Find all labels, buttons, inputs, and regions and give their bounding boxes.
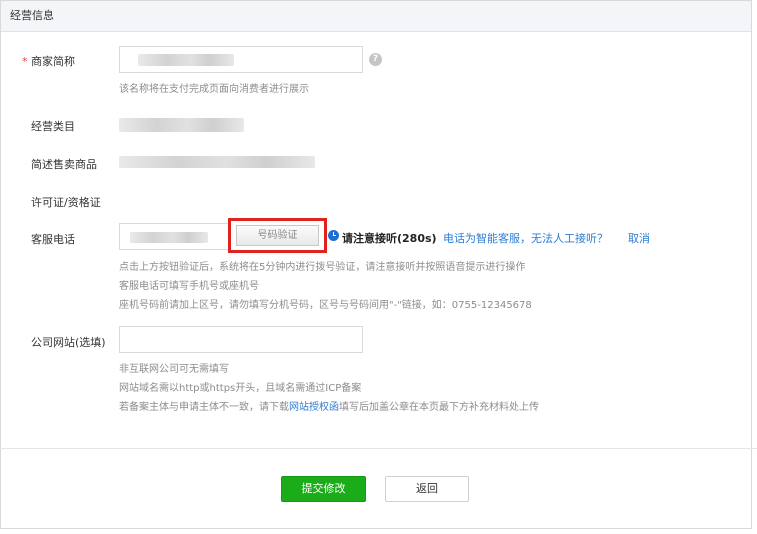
website-hint-2: 网站域名需以http或https开头，且域名需通过ICP备案 xyxy=(119,383,362,394)
website-hint-3-after: 填写后加盖公章在本页最下方补充材料处上传 xyxy=(339,402,539,413)
answer-notice: 请注意接听(280s) xyxy=(342,232,437,245)
redacted-phone xyxy=(130,232,208,243)
website-hint-1: 非互联网公司可无需填写 xyxy=(119,364,229,375)
service-phone-label: 客服电话 xyxy=(31,233,75,246)
cancel-link[interactable]: 取消 xyxy=(628,230,650,246)
back-button[interactable]: 返回 xyxy=(385,476,469,502)
website-label: 公司网站(选填) xyxy=(31,336,106,349)
footer-divider xyxy=(0,448,757,449)
website-hint-3-before: 若备案主体与申请主体不一致，请下载 xyxy=(119,402,289,413)
merchant-name-hint: 该名称将在支付完成页面向消费者进行展示 xyxy=(119,84,309,95)
website-authorization-link[interactable]: 网站授权函 xyxy=(289,402,339,413)
website-input[interactable] xyxy=(119,326,363,353)
business-category-value xyxy=(119,118,244,132)
service-phone-hint-1: 点击上方按钮验证后，系统将在5分钟内进行拨号验证，请注意接听并按照语音提示进行操… xyxy=(119,262,526,273)
clock-icon xyxy=(328,230,339,241)
verify-number-button[interactable]: 号码验证 xyxy=(236,225,319,246)
merchant-name-label-text: 商家简称 xyxy=(31,55,75,68)
submit-button[interactable]: 提交修改 xyxy=(281,476,366,502)
panel-title: 经营信息 xyxy=(1,1,751,32)
smart-service-link[interactable]: 电话为智能客服，无法人工接听？ xyxy=(443,230,608,246)
service-phone-hint-2: 客服电话可填写手机号或座机号 xyxy=(119,281,259,292)
website-hint-3: 若备案主体与申请主体不一致，请下载网站授权函填写后加盖公章在本页最下方补充材料处… xyxy=(119,398,539,413)
verify-highlight-box: 号码验证 xyxy=(228,218,327,253)
service-phone-hint-3: 座机号码前请加上区号，请勿填写分机号码，区号与号码间用"-"链接，如：0755-… xyxy=(119,300,532,311)
business-category-label: 经营类目 xyxy=(31,120,75,133)
required-mark: * xyxy=(22,55,28,68)
service-phone-input[interactable] xyxy=(119,223,229,250)
product-description-label: 简述售卖商品 xyxy=(31,158,97,171)
merchant-name-label: * 商家简称 xyxy=(22,53,75,69)
merchant-name-input[interactable] xyxy=(119,46,363,73)
license-label: 许可证/资格证 xyxy=(31,196,101,209)
product-description-value xyxy=(119,156,315,168)
redacted-value xyxy=(138,54,234,66)
help-icon[interactable]: ? xyxy=(369,53,382,66)
